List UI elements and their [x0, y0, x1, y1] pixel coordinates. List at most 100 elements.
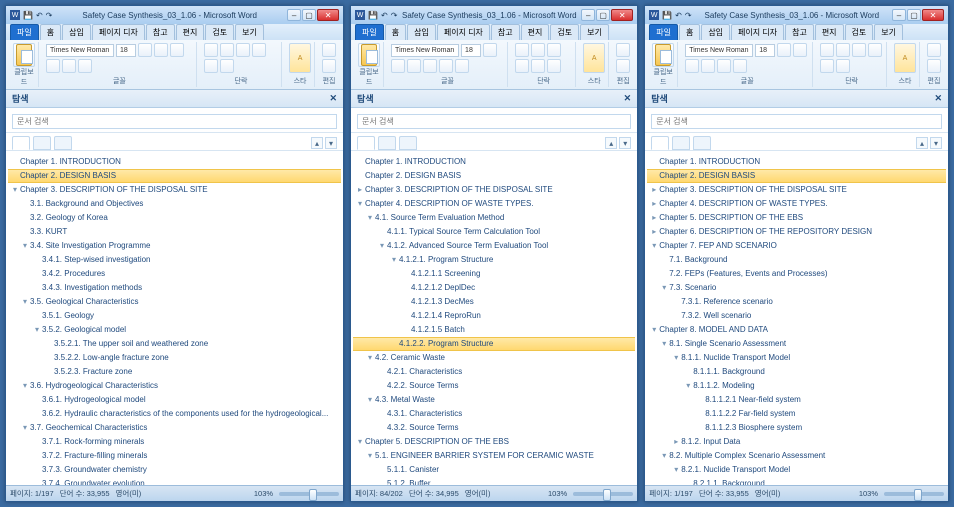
navtab-results[interactable]: [693, 136, 711, 150]
outline-item[interactable]: ▾7.3. Scenario: [647, 281, 946, 295]
font-size-select[interactable]: 18: [755, 44, 775, 57]
qat-undo-icon[interactable]: ↶: [381, 11, 388, 20]
outline-item[interactable]: 3.4.3. Investigation methods: [8, 281, 341, 295]
outline-item[interactable]: Chapter 1. INTRODUCTION: [8, 155, 341, 169]
outline-item[interactable]: 3.6.1. Hydrogeological model: [8, 393, 341, 407]
tab-layout[interactable]: 페이지 디자: [731, 24, 784, 40]
collapse-icon[interactable]: ▾: [377, 240, 387, 252]
styles-button[interactable]: A: [894, 43, 916, 73]
nav-next-icon[interactable]: ▾: [930, 137, 942, 149]
tab-layout[interactable]: 페이지 디자: [92, 24, 145, 40]
outline-item[interactable]: ▾3.5. Geological Characteristics: [8, 295, 341, 309]
outline-item[interactable]: 3.7.1. Rock-forming minerals: [8, 435, 341, 449]
outline-item[interactable]: 4.1.2.1.1 Screening: [353, 267, 635, 281]
navtab-headings[interactable]: [651, 136, 669, 150]
outline-item[interactable]: 7.3.2. Well scenario: [647, 309, 946, 323]
bullets-button[interactable]: [204, 43, 218, 57]
outline-item[interactable]: ▸Chapter 5. DESCRIPTION OF THE EBS: [647, 211, 946, 225]
outline-item[interactable]: ▾4.3. Metal Waste: [353, 393, 635, 407]
collapse-icon[interactable]: ▾: [365, 394, 375, 406]
outline-item[interactable]: ▸8.1.2. Input Data: [647, 435, 946, 449]
italic-button[interactable]: [154, 43, 168, 57]
nav-prev-icon[interactable]: ▴: [311, 137, 323, 149]
font-name-select[interactable]: Times New Roman: [46, 44, 114, 57]
outline-item[interactable]: ▾3.7. Geochemical Characteristics: [8, 421, 341, 435]
bold-button[interactable]: [138, 43, 152, 57]
tab-ref[interactable]: 참고: [146, 24, 175, 40]
font-name-select[interactable]: Times New Roman: [685, 44, 753, 57]
outline-item[interactable]: ▾5.1. ENGINEER BARRIER SYSTEM FOR CERAMI…: [353, 449, 635, 463]
tab-insert[interactable]: 삽입: [701, 24, 730, 40]
outline-item[interactable]: 4.1.2.1.2 DeplDec: [353, 281, 635, 295]
outline-item[interactable]: ▾4.1. Source Term Evaluation Method: [353, 211, 635, 225]
outline-item[interactable]: 8.1.1.2.2 Far-field system: [647, 407, 946, 421]
minimize-button[interactable]: –: [892, 9, 906, 21]
tab-insert[interactable]: 삽입: [407, 24, 436, 40]
outline-item[interactable]: 4.2.1. Characteristics: [353, 365, 635, 379]
tab-review[interactable]: 검토: [845, 24, 874, 40]
outline-item[interactable]: ▾3.5.2. Geological model: [8, 323, 341, 337]
outline-item[interactable]: 5.1.1. Canister: [353, 463, 635, 477]
font-name-select[interactable]: Times New Roman: [391, 44, 459, 57]
tab-insert[interactable]: 삽입: [62, 24, 91, 40]
collapse-icon[interactable]: ▾: [649, 324, 659, 336]
fontcolor-button[interactable]: [62, 59, 76, 73]
align-center-button[interactable]: [252, 43, 266, 57]
tab-file[interactable]: 파일: [649, 24, 678, 40]
outline-item[interactable]: ▾8.2.1. Nuclide Transport Model: [647, 463, 946, 477]
outline-item[interactable]: ▸Chapter 3. DESCRIPTION OF THE DISPOSAL …: [647, 183, 946, 197]
status-page[interactable]: 페이지: 1/197: [649, 488, 693, 499]
navtab-pages[interactable]: [672, 136, 690, 150]
outline-item[interactable]: 3.1. Background and Objectives: [8, 197, 341, 211]
outline-item[interactable]: 3.4.2. Procedures: [8, 267, 341, 281]
expand-icon[interactable]: ▸: [649, 226, 659, 238]
minimize-button[interactable]: –: [581, 9, 595, 21]
qat-undo-icon[interactable]: ↶: [675, 11, 682, 20]
collapse-icon[interactable]: ▾: [20, 380, 30, 392]
outline-item[interactable]: ▸Chapter 3. DESCRIPTION OF THE DISPOSAL …: [353, 183, 635, 197]
outline-item[interactable]: 7.3.1. Reference scenario: [647, 295, 946, 309]
outline-item[interactable]: 7.2. FEPs (Features, Events and Processe…: [647, 267, 946, 281]
close-button[interactable]: ✕: [611, 9, 633, 21]
outline-item[interactable]: 3.5.2.2. Low-angle fracture zone: [8, 351, 341, 365]
navtab-results[interactable]: [399, 136, 417, 150]
collapse-icon[interactable]: ▾: [365, 450, 375, 462]
outline-item[interactable]: 3.3. KURT: [8, 225, 341, 239]
minimize-button[interactable]: –: [287, 9, 301, 21]
status-words[interactable]: 단어 수: 34,995: [409, 488, 459, 499]
close-button[interactable]: ✕: [317, 9, 339, 21]
navpane-close-icon[interactable]: ✕: [624, 93, 632, 104]
outline-item[interactable]: 8.1.1.1. Background: [647, 365, 946, 379]
paste-button[interactable]: [13, 43, 35, 67]
collapse-icon[interactable]: ▾: [355, 436, 365, 448]
outline-item[interactable]: ▾8.1.1.2. Modeling: [647, 379, 946, 393]
tab-mail[interactable]: 편지: [521, 24, 550, 40]
outline-item[interactable]: ▸Chapter 6. DESCRIPTION OF THE REPOSITOR…: [647, 225, 946, 239]
qat-redo-icon[interactable]: ↷: [46, 11, 53, 20]
outline-item[interactable]: ▾8.1. Single Scenario Assessment: [647, 337, 946, 351]
tab-view[interactable]: 보기: [580, 24, 609, 40]
outline-item[interactable]: 8.1.1.2.3 Biosphere system: [647, 421, 946, 435]
outline-item[interactable]: ▾8.2. Multiple Complex Scenario Assessme…: [647, 449, 946, 463]
status-page[interactable]: 페이지: 84/202: [355, 488, 403, 499]
outline-item[interactable]: 4.3.1. Characteristics: [353, 407, 635, 421]
collapse-icon[interactable]: ▾: [659, 450, 669, 462]
tab-home[interactable]: 홈: [679, 24, 700, 40]
status-lang[interactable]: 영어(미): [465, 488, 491, 499]
outline-item[interactable]: 4.1.2.1.3 DecMes: [353, 295, 635, 309]
qat-save-icon[interactable]: 💾: [368, 11, 378, 20]
outline-item[interactable]: Chapter 2. DESIGN BASIS: [353, 169, 635, 183]
status-lang[interactable]: 영어(미): [755, 488, 781, 499]
outline-item[interactable]: 3.5.2.3. Fracture zone: [8, 365, 341, 379]
outline-item[interactable]: 3.2. Geology of Korea: [8, 211, 341, 225]
outline-item[interactable]: 4.1.2.2. Program Structure: [353, 337, 635, 351]
zoom-value[interactable]: 103%: [254, 489, 273, 498]
tab-mail[interactable]: 편지: [815, 24, 844, 40]
collapse-icon[interactable]: ▾: [659, 282, 669, 294]
outline-item[interactable]: ▾4.1.2. Advanced Source Term Evaluation …: [353, 239, 635, 253]
navpane-close-icon[interactable]: ✕: [330, 93, 338, 104]
paste-button[interactable]: [652, 43, 674, 67]
outline-item[interactable]: 3.4.1. Step-wised investigation: [8, 253, 341, 267]
expand-icon[interactable]: ▸: [671, 436, 681, 448]
outline-item[interactable]: 5.1.2. Buffer: [353, 477, 635, 485]
